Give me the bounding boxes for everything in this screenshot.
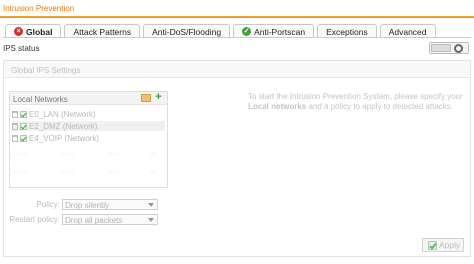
- chevron-down-icon: [148, 218, 154, 222]
- watermark-glyph: ▭▭: [60, 151, 74, 158]
- trash-icon[interactable]: [12, 134, 18, 142]
- tab-label: Anti-DoS/Flooding: [152, 26, 222, 37]
- ips-status-row: IPS status: [3, 40, 471, 56]
- watermark-glyph: ▭▭: [106, 169, 120, 176]
- status-ok-icon: ✓: [242, 27, 252, 36]
- hint-line-1: To start the Intrusion Prevention System…: [248, 92, 463, 101]
- trash-icon[interactable]: [12, 110, 18, 118]
- ips-status-label: IPS status: [3, 44, 40, 53]
- watermark-glyph: ▭▭: [60, 169, 74, 176]
- tab-bar: × Global Attack Patterns Anti-DoS/Floodi…: [5, 24, 436, 38]
- restart-policy-row: Restart policy: Drop all packets: [4, 214, 164, 225]
- add-icon[interactable]: +: [154, 92, 163, 103]
- tab-anti-dos-flooding[interactable]: Anti-DoS/Flooding: [143, 24, 231, 38]
- network-label: E4_VOIP (Network): [29, 133, 100, 143]
- global-ips-settings-panel: Global IPS Settings Local Networks + E0_…: [3, 60, 471, 257]
- hint-bold: Local networks: [248, 102, 307, 111]
- panel-header: Global IPS Settings: [4, 61, 470, 78]
- list-item[interactable]: E4_VOIP (Network): [12, 133, 165, 143]
- restart-policy-select[interactable]: Drop all packets: [62, 214, 158, 225]
- apply-label: Apply: [439, 240, 461, 250]
- watermark-glyph: ▭: [150, 169, 157, 176]
- tab-advanced[interactable]: Advanced: [379, 24, 436, 38]
- power-off-icon: [454, 44, 463, 53]
- network-label: E2_DMZ (Network): [29, 121, 98, 131]
- local-networks-header: Local Networks +: [10, 92, 167, 105]
- policy-value: Drop silently: [65, 201, 110, 210]
- list-item[interactable]: E2_DMZ (Network): [12, 121, 165, 131]
- watermark-glyph: ▭: [150, 151, 157, 158]
- tab-label: Anti-Portscan: [254, 26, 306, 37]
- watermark-glyph: ▭▭: [106, 151, 120, 158]
- network-label: E0_LAN (Network): [29, 109, 96, 119]
- restart-policy-value: Drop all packets: [65, 216, 123, 225]
- ips-hint-text: To start the Intrusion Prevention System…: [248, 92, 468, 112]
- window-titlebar: Intrusion Prevention: [0, 0, 474, 18]
- watermark-glyph: ▭▭: [14, 151, 28, 158]
- tab-divider: [3, 37, 471, 38]
- tab-anti-portscan[interactable]: ✓ Anti-Portscan: [233, 24, 315, 38]
- tab-label: Global: [26, 26, 53, 37]
- toggle-knob: [431, 44, 451, 52]
- local-networks-box: Local Networks + E0_LAN (Network) E2_DMZ…: [9, 91, 168, 188]
- tab-attack-patterns[interactable]: Attack Patterns: [64, 24, 141, 38]
- chevron-down-icon: [148, 203, 154, 207]
- tab-exceptions[interactable]: Exceptions: [317, 24, 377, 38]
- policy-select[interactable]: Drop silently: [62, 199, 158, 210]
- local-networks-title: Local Networks: [13, 95, 68, 104]
- tab-label: Attack Patterns: [73, 26, 132, 37]
- apply-button[interactable]: Apply: [422, 238, 464, 252]
- list-item[interactable]: E0_LAN (Network): [12, 109, 165, 119]
- check-icon: [428, 240, 437, 250]
- trash-icon[interactable]: [12, 122, 18, 130]
- ips-status-toggle[interactable]: [429, 42, 469, 54]
- policy-row: Policy: Drop silently: [4, 199, 164, 210]
- policy-label: Policy:: [36, 200, 60, 209]
- tab-label: Advanced: [388, 26, 427, 37]
- tab-label: Exceptions: [326, 26, 368, 37]
- watermark-glyph: ▭▭: [14, 169, 28, 176]
- window-title: Intrusion Prevention: [3, 4, 75, 13]
- tab-global[interactable]: × Global: [5, 24, 62, 38]
- hint-line-2: and a policy to apply to detected attack…: [306, 102, 454, 111]
- folder-icon[interactable]: [141, 94, 151, 102]
- status-error-icon: ×: [14, 27, 23, 36]
- restart-policy-label: Restart policy:: [9, 215, 60, 224]
- checked-icon: [20, 122, 27, 130]
- checked-icon: [20, 110, 27, 118]
- checked-icon: [20, 134, 27, 142]
